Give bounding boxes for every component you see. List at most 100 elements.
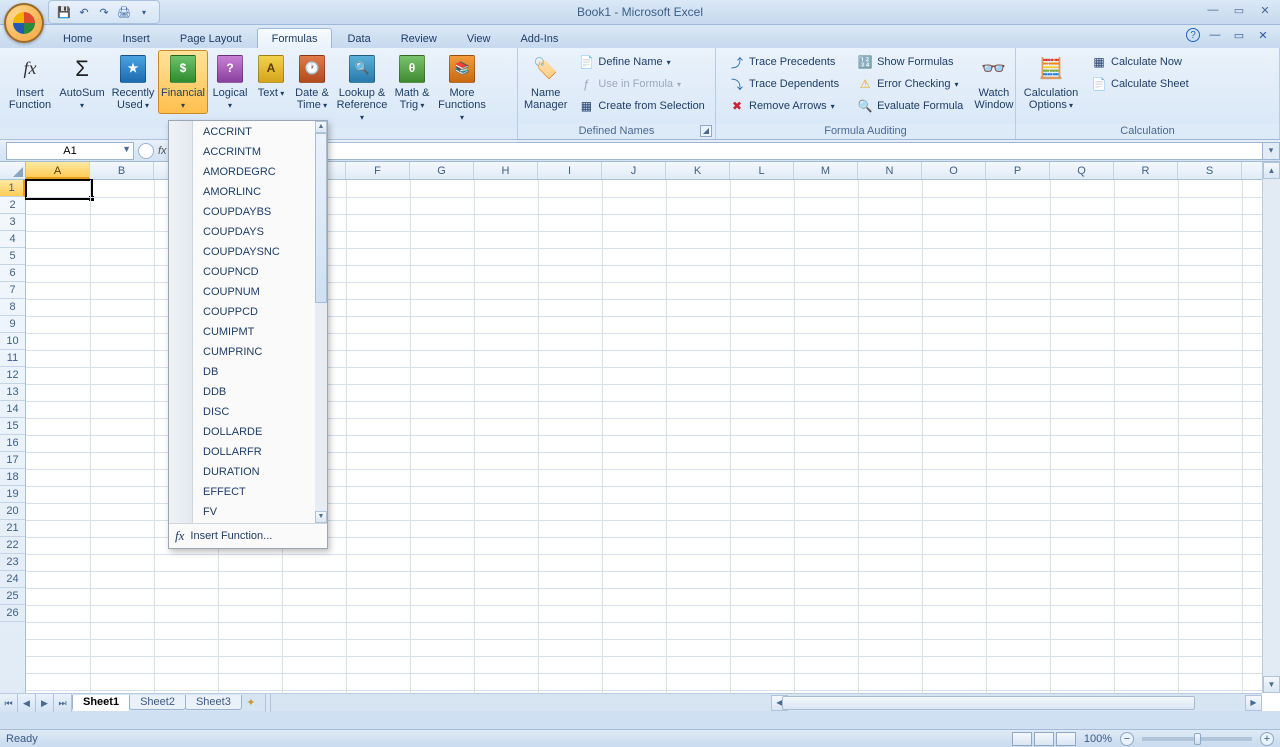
- select-all-button[interactable]: [0, 162, 26, 179]
- column-header[interactable]: L: [730, 162, 794, 179]
- more-functions-button[interactable]: 📚 More Functions: [434, 50, 490, 126]
- logical-button[interactable]: ? Logical: [208, 50, 252, 114]
- column-header[interactable]: O: [922, 162, 986, 179]
- dropdown-item[interactable]: DDB: [195, 382, 327, 402]
- zoom-out-button[interactable]: −: [1120, 732, 1134, 746]
- defined-names-launcher[interactable]: ◢: [700, 125, 712, 137]
- close-button[interactable]: ✕: [1254, 2, 1276, 18]
- print-icon[interactable]: 🖨: [115, 3, 133, 21]
- watch-window-button[interactable]: 👓 Watch Window: [972, 50, 1015, 114]
- page-break-view-button[interactable]: [1056, 732, 1076, 746]
- tab-insert[interactable]: Insert: [107, 28, 165, 48]
- dropdown-item[interactable]: EFFECT: [195, 482, 327, 502]
- sheet-nav-first[interactable]: ⏮: [0, 694, 18, 712]
- dropdown-item[interactable]: COUPDAYBS: [195, 202, 327, 222]
- trace-dependents-button[interactable]: ⤵Trace Dependents: [723, 73, 845, 95]
- dropdown-item[interactable]: COUPDAYS: [195, 222, 327, 242]
- calculate-now-button[interactable]: ▦Calculate Now: [1085, 51, 1195, 73]
- dropdown-item[interactable]: COUPDAYSNC: [195, 242, 327, 262]
- dropdown-item[interactable]: CUMIPMT: [195, 322, 327, 342]
- row-header[interactable]: 8: [0, 299, 25, 316]
- dropdown-item[interactable]: DURATION: [195, 462, 327, 482]
- row-header[interactable]: 20: [0, 503, 25, 520]
- column-header[interactable]: M: [794, 162, 858, 179]
- column-header[interactable]: H: [474, 162, 538, 179]
- dropdown-insert-function[interactable]: fx Insert Function...: [169, 523, 327, 548]
- show-formulas-button[interactable]: 🔢Show Formulas: [851, 51, 969, 73]
- dropdown-scrollbar[interactable]: ▲ ▼: [315, 121, 327, 523]
- row-header[interactable]: 19: [0, 486, 25, 503]
- column-header[interactable]: B: [90, 162, 154, 179]
- redo-icon[interactable]: ↷: [95, 3, 113, 21]
- help-icon[interactable]: ?: [1186, 28, 1200, 42]
- recently-used-button[interactable]: ★ Recently Used: [108, 50, 158, 114]
- row-header[interactable]: 11: [0, 350, 25, 367]
- doc-minimize-icon[interactable]: —: [1206, 27, 1224, 43]
- hscroll-right-icon[interactable]: ▶: [1245, 695, 1262, 711]
- error-checking-button[interactable]: ⚠Error Checking: [851, 73, 969, 95]
- cancel-entry-icon[interactable]: [138, 143, 154, 159]
- row-header[interactable]: 5: [0, 248, 25, 265]
- tab-formulas[interactable]: Formulas: [257, 28, 333, 48]
- fx-label[interactable]: fx: [158, 145, 167, 157]
- qat-customize-icon[interactable]: ▾: [135, 3, 153, 21]
- office-button[interactable]: [4, 3, 44, 43]
- dd-scroll-thumb[interactable]: [315, 133, 327, 303]
- date-time-button[interactable]: 🕐 Date & Time: [290, 50, 334, 114]
- doc-restore-icon[interactable]: ▭: [1230, 27, 1248, 43]
- autosum-button[interactable]: Σ AutoSum: [56, 50, 108, 114]
- dropdown-item[interactable]: FV: [195, 502, 327, 522]
- row-header[interactable]: 3: [0, 214, 25, 231]
- row-header[interactable]: 25: [0, 588, 25, 605]
- dropdown-item[interactable]: COUPPCD: [195, 302, 327, 322]
- normal-view-button[interactable]: [1012, 732, 1032, 746]
- save-icon[interactable]: 💾: [55, 3, 73, 21]
- row-header[interactable]: 15: [0, 418, 25, 435]
- row-header[interactable]: 7: [0, 282, 25, 299]
- tab-addins[interactable]: Add-Ins: [505, 28, 573, 48]
- remove-arrows-button[interactable]: ✖Remove Arrows: [723, 95, 845, 117]
- math-trig-button[interactable]: θ Math & Trig: [390, 50, 434, 114]
- dropdown-item[interactable]: DOLLARDE: [195, 422, 327, 442]
- tab-home[interactable]: Home: [48, 28, 107, 48]
- sheet-nav-prev[interactable]: ◀: [18, 694, 36, 712]
- name-box[interactable]: A1 ▼: [6, 142, 134, 160]
- tab-data[interactable]: Data: [332, 28, 385, 48]
- column-header[interactable]: R: [1114, 162, 1178, 179]
- row-header[interactable]: 13: [0, 384, 25, 401]
- zoom-thumb[interactable]: [1194, 733, 1201, 745]
- row-header[interactable]: 17: [0, 452, 25, 469]
- page-layout-view-button[interactable]: [1034, 732, 1054, 746]
- row-header[interactable]: 9: [0, 316, 25, 333]
- zoom-slider[interactable]: [1142, 737, 1252, 741]
- zoom-level[interactable]: 100%: [1084, 733, 1112, 745]
- column-header[interactable]: K: [666, 162, 730, 179]
- dropdown-item[interactable]: AMORLINC: [195, 182, 327, 202]
- maximize-button[interactable]: ▭: [1228, 2, 1250, 18]
- sheet-nav-next[interactable]: ▶: [36, 694, 54, 712]
- column-header[interactable]: S: [1178, 162, 1242, 179]
- formula-input[interactable]: [173, 142, 1262, 160]
- row-header[interactable]: 24: [0, 571, 25, 588]
- hscroll-thumb[interactable]: [782, 696, 1195, 710]
- trace-precedents-button[interactable]: ⤴Trace Precedents: [723, 51, 845, 73]
- evaluate-formula-button[interactable]: 🔍Evaluate Formula: [851, 95, 969, 117]
- column-header[interactable]: A: [26, 162, 90, 179]
- calculate-sheet-button[interactable]: 📄Calculate Sheet: [1085, 73, 1195, 95]
- dropdown-item[interactable]: COUPNUM: [195, 282, 327, 302]
- row-header[interactable]: 2: [0, 197, 25, 214]
- column-header[interactable]: G: [410, 162, 474, 179]
- row-header[interactable]: 4: [0, 231, 25, 248]
- row-header[interactable]: 22: [0, 537, 25, 554]
- create-from-selection-button[interactable]: ▦Create from Selection: [572, 95, 710, 117]
- row-header[interactable]: 16: [0, 435, 25, 452]
- column-header[interactable]: N: [858, 162, 922, 179]
- sheet-tab-1[interactable]: Sheet1: [72, 695, 130, 711]
- minimize-button[interactable]: —: [1202, 2, 1224, 18]
- define-name-button[interactable]: 📄Define Name: [572, 51, 710, 73]
- lookup-reference-button[interactable]: 🔍 Lookup & Reference: [334, 50, 390, 126]
- row-header[interactable]: 23: [0, 554, 25, 571]
- doc-close-icon[interactable]: ✕: [1254, 27, 1272, 43]
- row-header[interactable]: 14: [0, 401, 25, 418]
- tab-page-layout[interactable]: Page Layout: [165, 28, 257, 48]
